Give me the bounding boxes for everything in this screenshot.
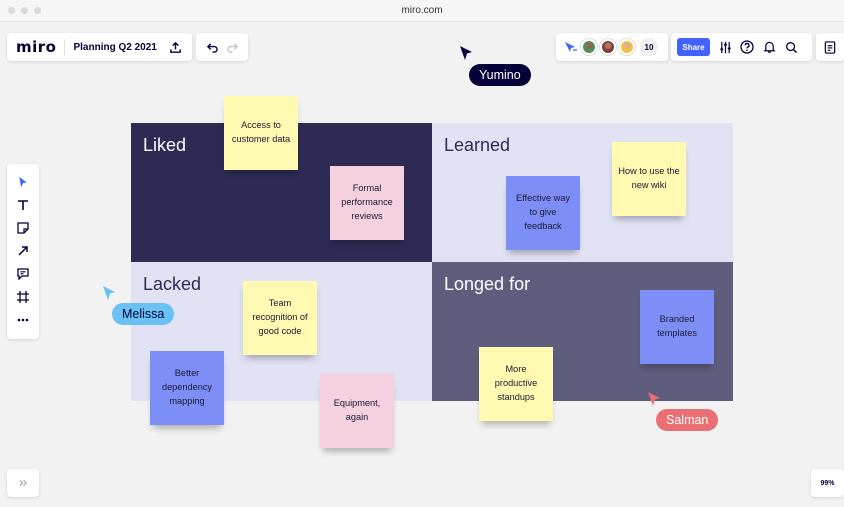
sticky-note[interactable]: How to use the new wiki bbox=[612, 142, 686, 216]
cursor-pointer-icon bbox=[103, 286, 115, 300]
search-icon[interactable] bbox=[784, 40, 798, 54]
bell-icon[interactable] bbox=[762, 40, 776, 54]
quadrant-learned[interactable]: Learned bbox=[432, 123, 733, 262]
sticky-note[interactable]: Branded templates bbox=[640, 290, 714, 364]
sticky-note-text: Equipment, again bbox=[333, 398, 381, 422]
sticky-note[interactable]: Better dependency mapping bbox=[150, 351, 224, 425]
frame-icon[interactable] bbox=[15, 289, 31, 305]
collaborators-panel: 10 bbox=[556, 33, 668, 61]
toolbar-panel: Share bbox=[671, 33, 812, 61]
cursor-label: Salman bbox=[656, 409, 719, 431]
notes-icon[interactable] bbox=[823, 40, 837, 54]
sticky-note[interactable]: Team recognition of good code bbox=[243, 281, 317, 355]
undo-icon[interactable] bbox=[205, 40, 219, 54]
expand-icon[interactable] bbox=[16, 476, 30, 490]
cursor-label: Melissa bbox=[112, 303, 175, 325]
sticky-note-text: More productive standups bbox=[494, 364, 538, 402]
quadrant-title: Liked bbox=[143, 135, 187, 155]
sticky-note-text: Team recognition of good code bbox=[252, 298, 308, 336]
sticky-note-text: Access to customer data bbox=[231, 120, 291, 144]
avatar[interactable] bbox=[619, 39, 635, 55]
help-icon[interactable] bbox=[740, 40, 754, 54]
avatar[interactable] bbox=[581, 39, 597, 55]
expand-panel bbox=[7, 469, 39, 497]
notes-panel bbox=[816, 33, 844, 61]
sliders-icon[interactable] bbox=[718, 40, 732, 54]
browser-url: miro.com bbox=[401, 5, 443, 16]
sticky-note-text: Formal performance reviews bbox=[341, 183, 393, 221]
sticky-note-text: How to use the new wiki bbox=[618, 166, 680, 190]
text-icon[interactable] bbox=[15, 197, 31, 213]
cursor-icon[interactable] bbox=[15, 174, 31, 190]
creation-toolbar bbox=[7, 164, 39, 339]
board-title-panel: miro Planning Q2 2021 bbox=[7, 33, 192, 61]
board-title[interactable]: Planning Q2 2021 bbox=[73, 42, 156, 53]
share-button[interactable]: Share bbox=[677, 38, 710, 56]
quadrant-title: Lacked bbox=[143, 274, 202, 294]
cursor-pointer-icon bbox=[460, 46, 472, 60]
more-icon[interactable] bbox=[15, 312, 31, 328]
sticky-note[interactable]: More productive standups bbox=[479, 347, 553, 421]
sticky-note-text: Better dependency mapping bbox=[161, 368, 213, 406]
quadrant-title: Longed for bbox=[444, 274, 531, 294]
divider bbox=[64, 39, 66, 55]
avatar[interactable] bbox=[600, 39, 616, 55]
sticky-note[interactable]: Formal performance reviews bbox=[330, 166, 404, 240]
cursor-pointer-icon bbox=[648, 392, 660, 406]
upload-icon[interactable] bbox=[169, 40, 183, 54]
redo-icon[interactable] bbox=[225, 40, 239, 54]
browser-titlebar: miro.com bbox=[0, 0, 844, 22]
sticky-note[interactable]: Equipment, again bbox=[320, 374, 394, 448]
sticky-note-text: Branded templates bbox=[657, 314, 697, 338]
sticky-note[interactable]: Access to customer data bbox=[224, 96, 298, 170]
miro-logo[interactable]: miro bbox=[7, 38, 56, 56]
arrow-icon[interactable] bbox=[15, 243, 31, 259]
quadrant-title: Learned bbox=[444, 135, 511, 155]
sticky-note-icon[interactable] bbox=[15, 220, 31, 236]
undo-redo-panel bbox=[196, 33, 248, 61]
sticky-note[interactable]: Effective way to give feedback bbox=[506, 176, 580, 250]
zoom-level[interactable]: 99% bbox=[811, 469, 844, 497]
cursor-label: Yumino bbox=[469, 64, 531, 86]
collaborator-count-badge[interactable]: 10 bbox=[640, 38, 658, 56]
follow-cursor-icon[interactable] bbox=[564, 40, 578, 54]
sticky-note-text: Effective way to give feedback bbox=[516, 193, 570, 231]
comment-icon[interactable] bbox=[15, 266, 31, 282]
